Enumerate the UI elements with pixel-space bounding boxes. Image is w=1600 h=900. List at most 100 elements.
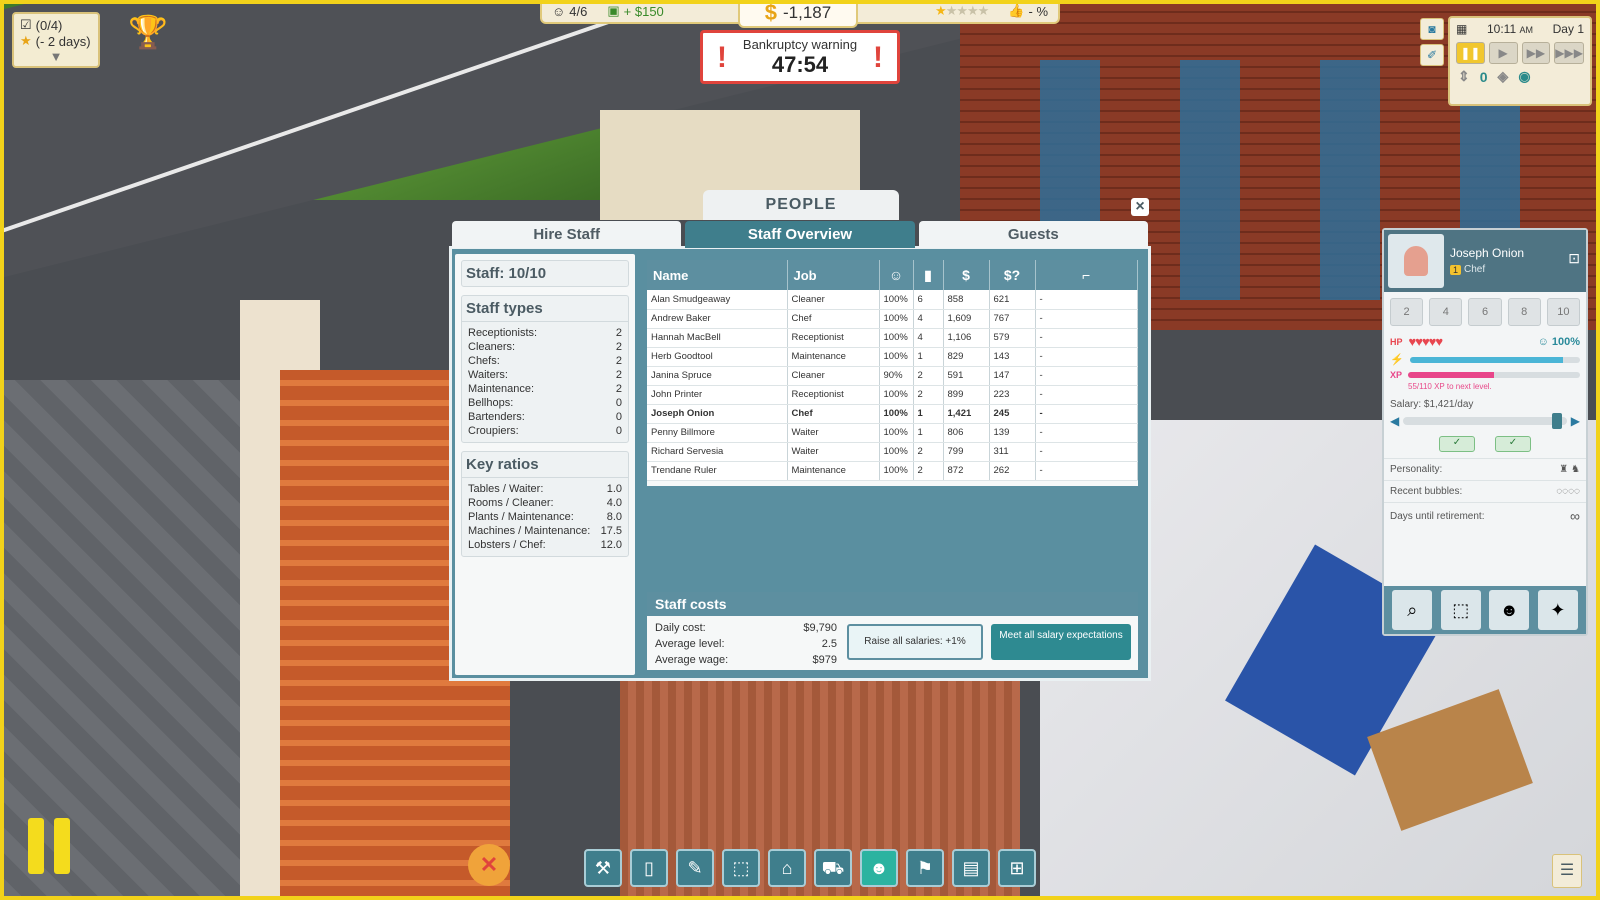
bulldozer-icon[interactable]: ⛟ bbox=[814, 849, 852, 887]
paintbrush-icon[interactable]: ✎ bbox=[676, 849, 714, 887]
stat-value: 2 bbox=[615, 383, 622, 395]
hammer-icon[interactable]: ⚒ bbox=[584, 849, 622, 887]
raise-salaries-button[interactable]: Raise all salaries: +1% bbox=[847, 624, 983, 660]
stat-value: 2 bbox=[615, 341, 622, 353]
fast-forward-icon[interactable]: ▶▶ bbox=[1521, 42, 1551, 64]
stat-label: Croupiers: bbox=[468, 425, 519, 437]
table-row[interactable]: Joseph Onion Chef 100% 1 1,421 245- bbox=[647, 404, 1138, 424]
column-name[interactable]: Name bbox=[647, 260, 788, 290]
eye-icon[interactable]: ◉ bbox=[1518, 68, 1530, 85]
thought-bubbles-icon[interactable]: ◌◌◌◌ bbox=[1556, 486, 1580, 497]
table-row[interactable]: Penny Billmore Waiter 100% 1 806 139- bbox=[647, 423, 1138, 443]
cell-expectation: 147 bbox=[989, 366, 1036, 386]
table-row[interactable]: Andrew Baker Chef 100% 4 1,609 767- bbox=[647, 309, 1138, 329]
guests-counter[interactable]: ☺ 4/6 bbox=[542, 4, 597, 19]
satisfaction-counter[interactable]: 👍 - % bbox=[998, 3, 1058, 19]
salary-slider[interactable] bbox=[1403, 413, 1567, 429]
stat-value: 0 bbox=[615, 411, 622, 423]
money-display[interactable]: $ -1,187 bbox=[738, 0, 858, 28]
warning-icon: ! bbox=[873, 41, 883, 74]
personality-row: Personality: ♜ ♞ bbox=[1384, 458, 1586, 480]
table-row[interactable]: Herb Goodtool Maintenance 100% 1 829 143- bbox=[647, 347, 1138, 367]
cell-happiness: 100% bbox=[879, 404, 914, 424]
tab-staff-overview[interactable]: Staff Overview bbox=[685, 221, 915, 248]
salary-label: Salary: $1,421/day bbox=[1390, 399, 1474, 410]
column-job[interactable]: Job bbox=[787, 260, 880, 290]
fastest-forward-icon[interactable]: ▶▶▶ bbox=[1554, 42, 1584, 64]
people-icon[interactable]: ☻ bbox=[860, 849, 898, 887]
table-row[interactable]: Richard Servesia Waiter 100% 2 799 311- bbox=[647, 442, 1138, 462]
layers-icon[interactable]: ◈ bbox=[1498, 68, 1509, 85]
chevron-down-icon[interactable]: ▼ bbox=[20, 49, 92, 64]
floor-updown-icon[interactable]: ⇕ bbox=[1458, 68, 1470, 85]
stat-label: Plants / Maintenance: bbox=[468, 511, 574, 523]
day-counter: Day 1 bbox=[1552, 22, 1584, 36]
personality-label: Personality: bbox=[1390, 464, 1443, 475]
close-button[interactable]: × bbox=[1131, 198, 1149, 216]
binoculars-icon[interactable]: ⌕ bbox=[1392, 590, 1433, 630]
play-icon[interactable]: ▶ bbox=[1488, 42, 1518, 64]
cell-extra: - bbox=[1035, 347, 1138, 367]
table-row[interactable]: Hannah MacBell Receptionist 100% 4 1,106 579- bbox=[647, 328, 1138, 348]
happiness-column-icon[interactable]: ☺ bbox=[879, 260, 914, 290]
locate-icon[interactable]: ⊡ bbox=[1568, 250, 1580, 267]
hierarchy-icon[interactable]: ⊞ bbox=[998, 849, 1036, 887]
cell-extra: - bbox=[1035, 290, 1138, 310]
stat-label: Daily cost: bbox=[655, 622, 706, 634]
trophy-icon[interactable]: 🏆 bbox=[128, 12, 168, 52]
stat-row: Cleaners: 2 bbox=[462, 340, 628, 354]
stat-value: 17.5 bbox=[600, 525, 622, 537]
demolish-helmet-icon[interactable]: ✕ bbox=[468, 844, 510, 886]
income-counter[interactable]: ▣ + $150 bbox=[597, 3, 673, 19]
wage-column-icon[interactable]: $ bbox=[943, 260, 990, 290]
fire-staff-icon[interactable]: ✦ bbox=[1537, 590, 1578, 630]
level-column-icon[interactable]: ▮ bbox=[913, 260, 944, 290]
report-icon[interactable]: ▤ bbox=[952, 849, 990, 887]
camera-icon[interactable]: ◙ bbox=[1420, 18, 1444, 40]
warning-icon: ! bbox=[717, 41, 727, 74]
table-row[interactable]: Trendane Ruler Maintenance 100% 2 872 262- bbox=[647, 461, 1138, 481]
cell-happiness: 100% bbox=[879, 347, 914, 367]
heart-icon: ♥ bbox=[1421, 334, 1430, 349]
stat-value: 2 bbox=[615, 355, 622, 367]
education-icon[interactable]: ⚑ bbox=[906, 849, 944, 887]
stat-row: Receptionists: 2 bbox=[462, 326, 628, 340]
stat-row: Plants / Maintenance: 8.0 bbox=[462, 510, 628, 524]
rating-stars[interactable]: ★★★★★ bbox=[925, 3, 998, 19]
increase-salary-icon[interactable]: ▶ bbox=[1571, 414, 1580, 428]
staff-count-box: Staff: 10/10 bbox=[461, 260, 629, 287]
stat-row: Bellhops: 0 bbox=[462, 396, 628, 410]
expectation-column-icon[interactable]: $? bbox=[989, 260, 1036, 290]
cell-wage: 591 bbox=[943, 366, 990, 386]
extra-column-icon[interactable]: ⌐ bbox=[1035, 260, 1138, 290]
tab-guests[interactable]: Guests bbox=[918, 221, 1148, 248]
zone-icon[interactable]: ⬚ bbox=[722, 849, 760, 887]
star-icon: ★ bbox=[20, 33, 32, 48]
select-area-icon[interactable]: ⬚ bbox=[1440, 590, 1481, 630]
staff-types-title: Staff types bbox=[462, 296, 628, 322]
pause-icon[interactable]: ❚❚ bbox=[1456, 42, 1485, 64]
xp-icon: XP bbox=[1390, 370, 1403, 380]
furniture-icon[interactable]: ⌂ bbox=[768, 849, 806, 887]
eyedropper-icon[interactable]: ✐ bbox=[1420, 44, 1444, 66]
staff-profile-icon[interactable]: ☻ bbox=[1489, 590, 1530, 630]
table-row[interactable]: John Printer Receptionist 100% 2 899 223- bbox=[647, 385, 1138, 405]
cell-wage: 899 bbox=[943, 385, 990, 405]
menu-list-icon[interactable]: ☰ bbox=[1552, 854, 1582, 888]
door-icon[interactable]: ▯ bbox=[630, 849, 668, 887]
dollar-icon: $ bbox=[764, 0, 778, 25]
personality-traits-icon[interactable]: ♜ ♞ bbox=[1559, 464, 1580, 475]
cell-wage: 1,609 bbox=[943, 309, 990, 329]
tab-hire-staff[interactable]: Hire Staff bbox=[452, 221, 682, 248]
cell-level: 2 bbox=[913, 366, 944, 386]
table-row[interactable]: Janina Spruce Cleaner 90% 2 591 147- bbox=[647, 366, 1138, 386]
table-row[interactable]: Alan Smudgeaway Cleaner 100% 6 858 621- bbox=[647, 290, 1138, 310]
meet-expectations-button[interactable]: Meet all salary expectations bbox=[991, 624, 1131, 660]
stat-row: Daily cost: $9,790 bbox=[651, 620, 841, 636]
cell-expectation: 767 bbox=[989, 309, 1036, 329]
decrease-salary-icon[interactable]: ◀ bbox=[1390, 414, 1399, 428]
quest-panel[interactable]: ☑ (0/4) ★ (- 2 days) ▼ bbox=[12, 12, 100, 68]
slider-handle[interactable] bbox=[1551, 413, 1562, 429]
cell-wage: 806 bbox=[943, 423, 990, 443]
big-pause-icon[interactable] bbox=[28, 818, 70, 874]
